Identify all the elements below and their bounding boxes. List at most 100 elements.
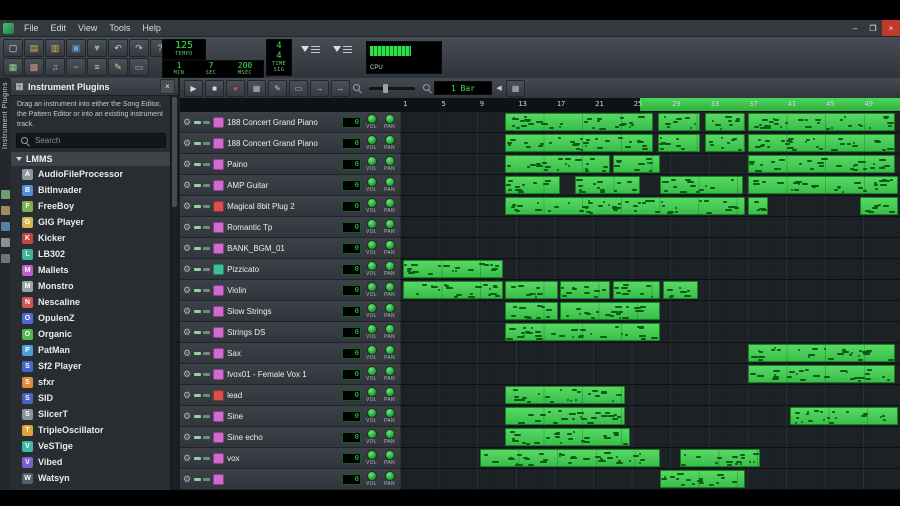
pattern-segment[interactable]	[705, 113, 745, 131]
gear-icon[interactable]: ⚙	[183, 159, 191, 169]
solo-led[interactable]	[203, 309, 211, 313]
pattern-segment[interactable]	[612, 281, 660, 299]
track-header[interactable]: ⚙ Slow Strings 0 VOL PAN	[180, 301, 400, 322]
mute-led[interactable]	[194, 204, 202, 208]
track-header[interactable]: ⚙ Paino 0 VOL PAN	[180, 154, 400, 175]
gear-icon[interactable]: ⚙	[183, 453, 191, 463]
zoom-level-display[interactable]: 1 Bar	[434, 81, 492, 95]
pattern-segment[interactable]	[505, 155, 610, 173]
pattern-segment[interactable]	[505, 407, 625, 425]
volume-knob[interactable]	[366, 345, 377, 355]
plugin-item-audiofileprocessor[interactable]: A AudioFileProcessor	[11, 166, 178, 182]
track-pattern-area[interactable]	[400, 427, 900, 448]
plugin-item-nescaline[interactable]: N Nescaline	[11, 294, 178, 310]
master-volume-slider[interactable]	[300, 43, 322, 59]
mute-led[interactable]	[194, 372, 202, 376]
pan-knob[interactable]	[384, 324, 395, 334]
track-name[interactable]: fvox01 - Female Vox 1	[227, 370, 339, 379]
pattern-segment[interactable]	[505, 428, 630, 446]
track-name[interactable]: BANK_BGM_01	[227, 244, 339, 253]
track-name[interactable]: Sax	[227, 349, 339, 358]
track-pattern-area[interactable]	[400, 406, 900, 427]
maximize-button[interactable]: ❐	[864, 20, 882, 36]
pattern-segment[interactable]	[505, 134, 653, 152]
solo-led[interactable]	[203, 246, 211, 250]
controller-rack-toggle-button[interactable]: ▭	[129, 58, 149, 76]
track-pattern-area[interactable]	[400, 322, 900, 343]
sidebar-tab-instruments-icon[interactable]	[1, 190, 10, 199]
track-header[interactable]: ⚙ Strings DS 0 VOL PAN	[180, 322, 400, 343]
fx-mixer-toggle-button[interactable]: ≡	[87, 58, 107, 76]
mute-led[interactable]	[194, 435, 202, 439]
pan-knob[interactable]	[384, 156, 395, 166]
pan-knob[interactable]	[384, 366, 395, 376]
pattern-segment[interactable]	[505, 323, 660, 341]
undo-button[interactable]: ↶	[108, 39, 128, 57]
plugin-item-bitinvader[interactable]: B BitInvader	[11, 182, 178, 198]
track-name[interactable]: Sine	[227, 412, 339, 421]
open-project-button[interactable]: ▤	[24, 39, 44, 57]
mute-led[interactable]	[194, 246, 202, 250]
pattern-segment[interactable]	[660, 176, 743, 194]
stretch-mode-button[interactable]: ↔	[331, 79, 350, 97]
mute-led[interactable]	[194, 162, 202, 166]
pan-knob[interactable]	[384, 387, 395, 397]
plugin-item-gig-player[interactable]: G GIG Player	[11, 214, 178, 230]
export-project-button[interactable]: ▼	[87, 39, 107, 57]
plugin-item-tripleoscillator[interactable]: T TripleOscillator	[11, 422, 178, 438]
track-header[interactable]: ⚙ Magical 8bit Plug 2 0 VOL PAN	[180, 196, 400, 217]
pan-knob[interactable]	[384, 261, 395, 271]
pattern-segment[interactable]	[660, 470, 745, 488]
track-name[interactable]: AMP Guitar	[227, 181, 339, 190]
mute-led[interactable]	[194, 267, 202, 271]
gear-icon[interactable]: ⚙	[183, 348, 191, 358]
zoom-decrease-arrow-icon[interactable]: ◀	[494, 82, 504, 95]
time-signature-display[interactable]: 4 4 TIME SIG	[266, 39, 292, 76]
gear-icon[interactable]: ⚙	[183, 369, 191, 379]
track-name[interactable]: Sine echo	[227, 433, 339, 442]
solo-led[interactable]	[203, 162, 211, 166]
song-editor-toggle-button[interactable]: ▦	[3, 58, 23, 76]
pattern-segment[interactable]	[657, 134, 700, 152]
plugin-tree-root[interactable]: LMMS	[11, 152, 178, 167]
track-pattern-area[interactable]	[400, 364, 900, 385]
track-header[interactable]: ⚙ lead 0 VOL PAN	[180, 385, 400, 406]
solo-led[interactable]	[203, 288, 211, 292]
new-project-button[interactable]: ▢	[3, 39, 23, 57]
track-pattern-area[interactable]	[400, 448, 900, 469]
gear-icon[interactable]: ⚙	[183, 243, 191, 253]
plugin-panel-close-icon[interactable]: ×	[160, 79, 175, 94]
plugin-item-watsyn[interactable]: W Watsyn	[11, 470, 178, 486]
zoom-slider[interactable]	[369, 83, 415, 93]
solo-led[interactable]	[203, 204, 211, 208]
solo-led[interactable]	[203, 225, 211, 229]
sidebar-tab-home-icon[interactable]	[1, 238, 10, 247]
plugin-item-organic[interactable]: O Organic	[11, 326, 178, 342]
track-header[interactable]: ⚙ 188 Concert Grand Piano 0 VOL PAN	[180, 133, 400, 154]
solo-led[interactable]	[203, 393, 211, 397]
pattern-segment[interactable]	[505, 113, 653, 131]
track-name[interactable]: Magical 8bit Plug 2	[227, 202, 339, 211]
track-pattern-area[interactable]	[400, 469, 900, 490]
master-pitch-slider[interactable]	[332, 43, 354, 59]
track-header[interactable]: ⚙ AMP Guitar 0 VOL PAN	[180, 175, 400, 196]
track-header[interactable]: ⚙ fvox01 - Female Vox 1 0 VOL PAN	[180, 364, 400, 385]
solo-led[interactable]	[203, 141, 211, 145]
track-header[interactable]: ⚙ vox 0 VOL PAN	[180, 448, 400, 469]
mute-led[interactable]	[194, 225, 202, 229]
timeline[interactable]: 1 5 9 13 17 21 25 29 33 37 41 45 49	[180, 98, 900, 113]
volume-knob[interactable]	[366, 282, 377, 292]
track-pattern-area[interactable]	[400, 175, 900, 196]
gear-icon[interactable]: ⚙	[183, 327, 191, 337]
pan-knob[interactable]	[384, 450, 395, 460]
solo-led[interactable]	[203, 477, 211, 481]
track-header[interactable]: ⚙ BANK_BGM_01 0 VOL PAN	[180, 238, 400, 259]
volume-knob[interactable]	[366, 219, 377, 229]
volume-knob[interactable]	[366, 114, 377, 124]
gear-icon[interactable]: ⚙	[183, 285, 191, 295]
pattern-segment[interactable]	[505, 302, 558, 320]
pattern-segment[interactable]	[505, 281, 558, 299]
solo-led[interactable]	[203, 351, 211, 355]
track-header[interactable]: ⚙ Romantic Tp 0 VOL PAN	[180, 217, 400, 238]
sidebar-tab-presets-icon[interactable]	[1, 222, 10, 231]
